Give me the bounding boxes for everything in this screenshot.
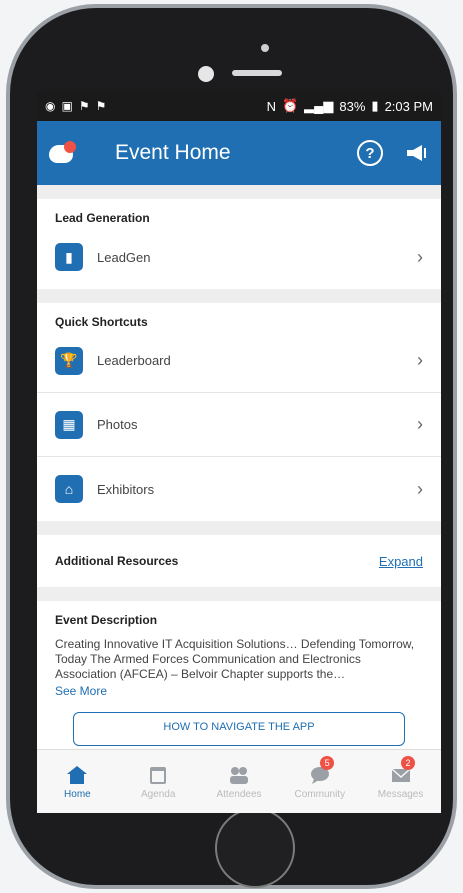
tab-label: Attendees (216, 788, 262, 800)
list-item-label: Exhibitors (97, 481, 155, 497)
trophy-icon: 🏆 (55, 346, 83, 375)
lead-generation-section: Lead Generation ▮ LeadGen › (37, 199, 441, 289)
leadgen-icon: ▮ (55, 243, 83, 271)
system-status: N ⏰ ▂▄▆ 83% ▮ 2:03 PM (267, 98, 433, 114)
list-item-leadgen[interactable]: ▮ LeadGen › (37, 225, 441, 289)
flag-icon: ⚑ (95, 99, 107, 113)
section-title: Additional Resources (55, 554, 179, 568)
tab-label: Home (64, 788, 91, 800)
home-hardware-button[interactable] (215, 808, 295, 888)
tab-label: Community (294, 788, 346, 800)
list-item-label: LeadGen (97, 249, 151, 265)
messenger-icon: ◉ (45, 99, 56, 113)
battery-percent: 83% (339, 98, 366, 114)
home-icon (67, 765, 88, 784)
tab-label: Messages (377, 788, 424, 800)
tab-agenda[interactable]: Agenda (118, 750, 199, 813)
nfc-icon: N (266, 98, 276, 114)
front-camera-icon (198, 66, 214, 82)
calendar-icon (150, 766, 167, 784)
status-bar: ◉ ▣ ⚑ ⚑ N ⏰ ▂▄▆ 83% ▮ 2:03 PM (37, 91, 441, 121)
megaphone-icon[interactable] (403, 140, 429, 166)
list-item-label: Leaderboard (97, 353, 171, 368)
app-screen: ◉ ▣ ⚑ ⚑ N ⏰ ▂▄▆ 83% ▮ 2:03 PM Event Home… (37, 91, 441, 813)
section-title: Event Description (55, 613, 158, 627)
exhibitor-icon: ⌂ (55, 475, 83, 503)
chevron-right-icon: › (417, 414, 423, 434)
notification-badge: 2 (400, 756, 415, 770)
tab-attendees[interactable]: Attendees (199, 750, 280, 813)
help-icon[interactable]: ? (357, 140, 383, 166)
additional-resources-section: Additional Resources Expand (37, 535, 441, 587)
battery-icon: ▮ (371, 98, 379, 113)
list-item-exhibitors[interactable]: ⌂ Exhibitors › (37, 457, 441, 521)
clock: 2:03 PM (384, 98, 433, 114)
tab-label: Agenda (140, 788, 176, 800)
speaker-grille (232, 70, 282, 76)
sensor-icon (261, 44, 269, 52)
tab-home[interactable]: Home (37, 750, 118, 813)
tab-messages[interactable]: Messages 2 (360, 750, 441, 813)
alarm-icon: ⏰ (281, 98, 299, 113)
section-title: Quick Shortcuts (55, 315, 148, 329)
bottom-tab-bar: Home Agenda Attendees Community 5 Messag… (37, 749, 441, 813)
list-item-label: Photos (97, 417, 138, 432)
notification-icons: ◉ ▣ ⚑ ⚑ (45, 99, 106, 113)
list-item-photos[interactable]: ▦ Photos › (37, 393, 441, 457)
app-header: Event Home ? (37, 121, 441, 185)
page-title: Event Home (115, 141, 231, 164)
section-title: Lead Generation (55, 211, 150, 225)
quick-shortcuts-section: Quick Shortcuts 🏆 Leaderboard › ▦ Photos… (37, 303, 441, 521)
people-icon (229, 766, 248, 784)
expand-link[interactable]: Expand (379, 554, 423, 569)
notification-badge: 5 (320, 756, 335, 770)
flag-icon: ⚑ (78, 99, 90, 113)
chevron-right-icon: › (417, 478, 423, 499)
chevron-right-icon: › (417, 246, 423, 267)
photo-icon: ▦ (55, 410, 83, 439)
event-description-section: Event Description Creating Innovative IT… (37, 601, 441, 749)
tab-community[interactable]: Community 5 (279, 750, 360, 813)
main-content: Lead Generation ▮ LeadGen › Quick Shortc… (37, 185, 441, 749)
signal-icon: ▂▄▆ (304, 98, 334, 113)
list-item-leaderboard[interactable]: 🏆 Leaderboard › (37, 329, 441, 393)
how-to-navigate-button[interactable]: HOW TO NAVIGATE THE APP (73, 712, 405, 746)
gallery-icon: ▣ (61, 99, 73, 113)
event-description-text: Creating Innovative IT Acquisition Solut… (55, 637, 415, 681)
chevron-right-icon: › (417, 350, 423, 370)
app-logo-icon[interactable] (49, 141, 81, 165)
see-more-link[interactable]: See More (55, 684, 423, 698)
